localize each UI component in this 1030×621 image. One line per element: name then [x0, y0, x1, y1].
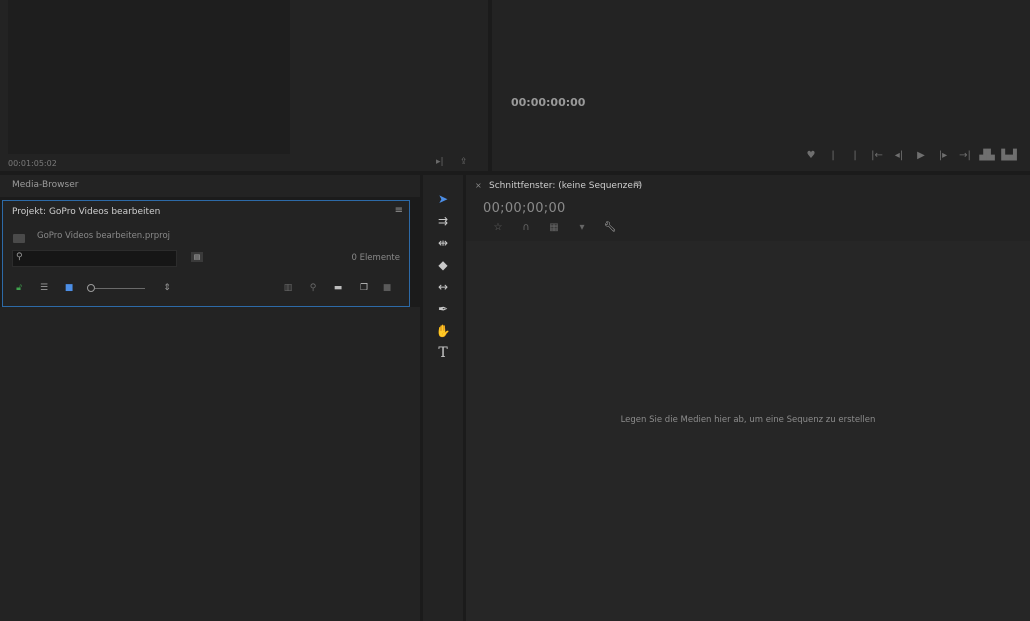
search-icon: ⚲ — [16, 252, 23, 262]
timeline-timecode[interactable]: 00;00;00;00 — [483, 201, 566, 216]
project-panel-empty-area — [0, 307, 420, 621]
zoom-slider-track[interactable] — [95, 287, 145, 289]
program-monitor-panel: 00:00:00:00 ♥ | | |← ◂| ▶ |▸ →| ▟▙ ▙▟ — [492, 0, 1030, 171]
source-monitor-panel: 00:01:05:02 ▸| ⇪ — [0, 0, 488, 171]
list-view-icon[interactable]: ☰ — [36, 281, 52, 295]
media-browser-tab-row: Media-Browser — [0, 175, 420, 197]
find-icon[interactable]: ▤ — [191, 252, 203, 262]
lift-icon[interactable]: ▟▙ — [976, 146, 998, 164]
marker-icon[interactable]: ♥ — [800, 146, 822, 164]
timeline-drop-area[interactable] — [466, 241, 1030, 621]
lock-icon[interactable]: 🔓︎ — [12, 281, 26, 295]
step-back-icon[interactable]: ◂| — [888, 146, 910, 164]
folder-icon — [13, 234, 25, 243]
wrench-icon[interactable]: 🔧︎ — [596, 220, 624, 234]
panel-menu-icon[interactable]: ≡ — [395, 205, 403, 216]
project-panel-title[interactable]: Projekt: GoPro Videos bearbeiten — [12, 207, 160, 217]
nest-icon[interactable]: ☆ — [484, 220, 512, 234]
source-timecode[interactable]: 00:01:05:02 — [8, 159, 57, 168]
go-to-out-icon[interactable]: →| — [954, 146, 976, 164]
close-icon[interactable]: × — [475, 181, 482, 190]
mark-out-icon[interactable]: | — [844, 146, 866, 164]
razor-tool-icon[interactable]: ◆ — [433, 257, 453, 273]
tab-timeline[interactable]: Schnittfenster: (keine Sequenzen) — [489, 181, 642, 191]
find-icon[interactable]: ⚲ — [306, 281, 320, 295]
timeline-header: × Schnittfenster: (keine Sequenzen) ≡ — [466, 175, 1030, 197]
new-item-icon[interactable]: ❐ — [356, 281, 372, 295]
step-forward-icon[interactable]: |▸ — [932, 146, 954, 164]
program-transport-controls: ♥ | | |← ◂| ▶ |▸ →| ▟▙ ▙▟ — [800, 146, 1020, 164]
slip-tool-icon[interactable]: ↔ — [433, 279, 453, 295]
extract-icon[interactable]: ▙▟ — [998, 146, 1020, 164]
trash-icon[interactable]: ■ — [380, 281, 394, 295]
tab-media-browser[interactable]: Media-Browser — [12, 180, 78, 190]
program-timecode[interactable]: 00:00:00:00 — [511, 96, 585, 109]
go-to-in-icon[interactable]: |← — [866, 146, 888, 164]
drop-media-hint: Legen Sie die Medien hier ab, um eine Se… — [620, 415, 876, 425]
project-file-name: GoPro Videos bearbeiten.prproj — [37, 231, 171, 241]
source-preview-area — [8, 0, 290, 154]
track-select-tool-icon[interactable]: ⇉ — [433, 213, 453, 229]
panel-menu-icon[interactable]: ≡ — [633, 179, 641, 190]
export-frame-icon[interactable]: ⇪ — [460, 157, 468, 167]
project-panel: Projekt: GoPro Videos bearbeiten ≡ GoPro… — [2, 200, 410, 307]
hand-tool-icon[interactable]: ✋ — [433, 323, 453, 339]
selection-tool-icon[interactable]: ➤ — [433, 191, 453, 207]
item-count: 0 Elemente — [351, 253, 400, 263]
project-toolbar: 🔓︎ ☰ ■ ⇕ ▥ ⚲ ▬ ❐ ■ — [12, 281, 402, 297]
mark-in-icon[interactable]: | — [822, 146, 844, 164]
timeline-toolbar: ☆ ∩ ▦ ▾ 🔧︎ — [484, 220, 624, 234]
automate-to-sequence-icon[interactable]: ▥ — [280, 281, 296, 295]
icon-view-icon[interactable]: ■ — [62, 281, 76, 295]
timeline-panel: × Schnittfenster: (keine Sequenzen) ≡ 00… — [466, 175, 1030, 621]
type-tool-icon[interactable]: T — [433, 345, 453, 361]
search-input[interactable]: ⚲ — [12, 250, 177, 267]
new-bin-icon[interactable]: ▬ — [330, 281, 346, 295]
zoom-slider-handle[interactable] — [87, 284, 95, 292]
ripple-edit-tool-icon[interactable]: ⇹ — [433, 235, 453, 251]
snap-icon[interactable]: ∩ — [512, 220, 540, 234]
sort-icon[interactable]: ⇕ — [160, 281, 174, 295]
pen-tool-icon[interactable]: ✒ — [433, 301, 453, 317]
linked-selection-icon[interactable]: ▦ — [540, 220, 568, 234]
play-icon[interactable]: ▶ — [910, 146, 932, 164]
insert-icon[interactable]: ▸| — [436, 157, 444, 167]
add-marker-icon[interactable]: ▾ — [568, 220, 596, 234]
tools-panel: ➤ ⇉ ⇹ ◆ ↔ ✒ ✋ T — [423, 175, 463, 621]
zoom-slider[interactable] — [86, 281, 146, 295]
